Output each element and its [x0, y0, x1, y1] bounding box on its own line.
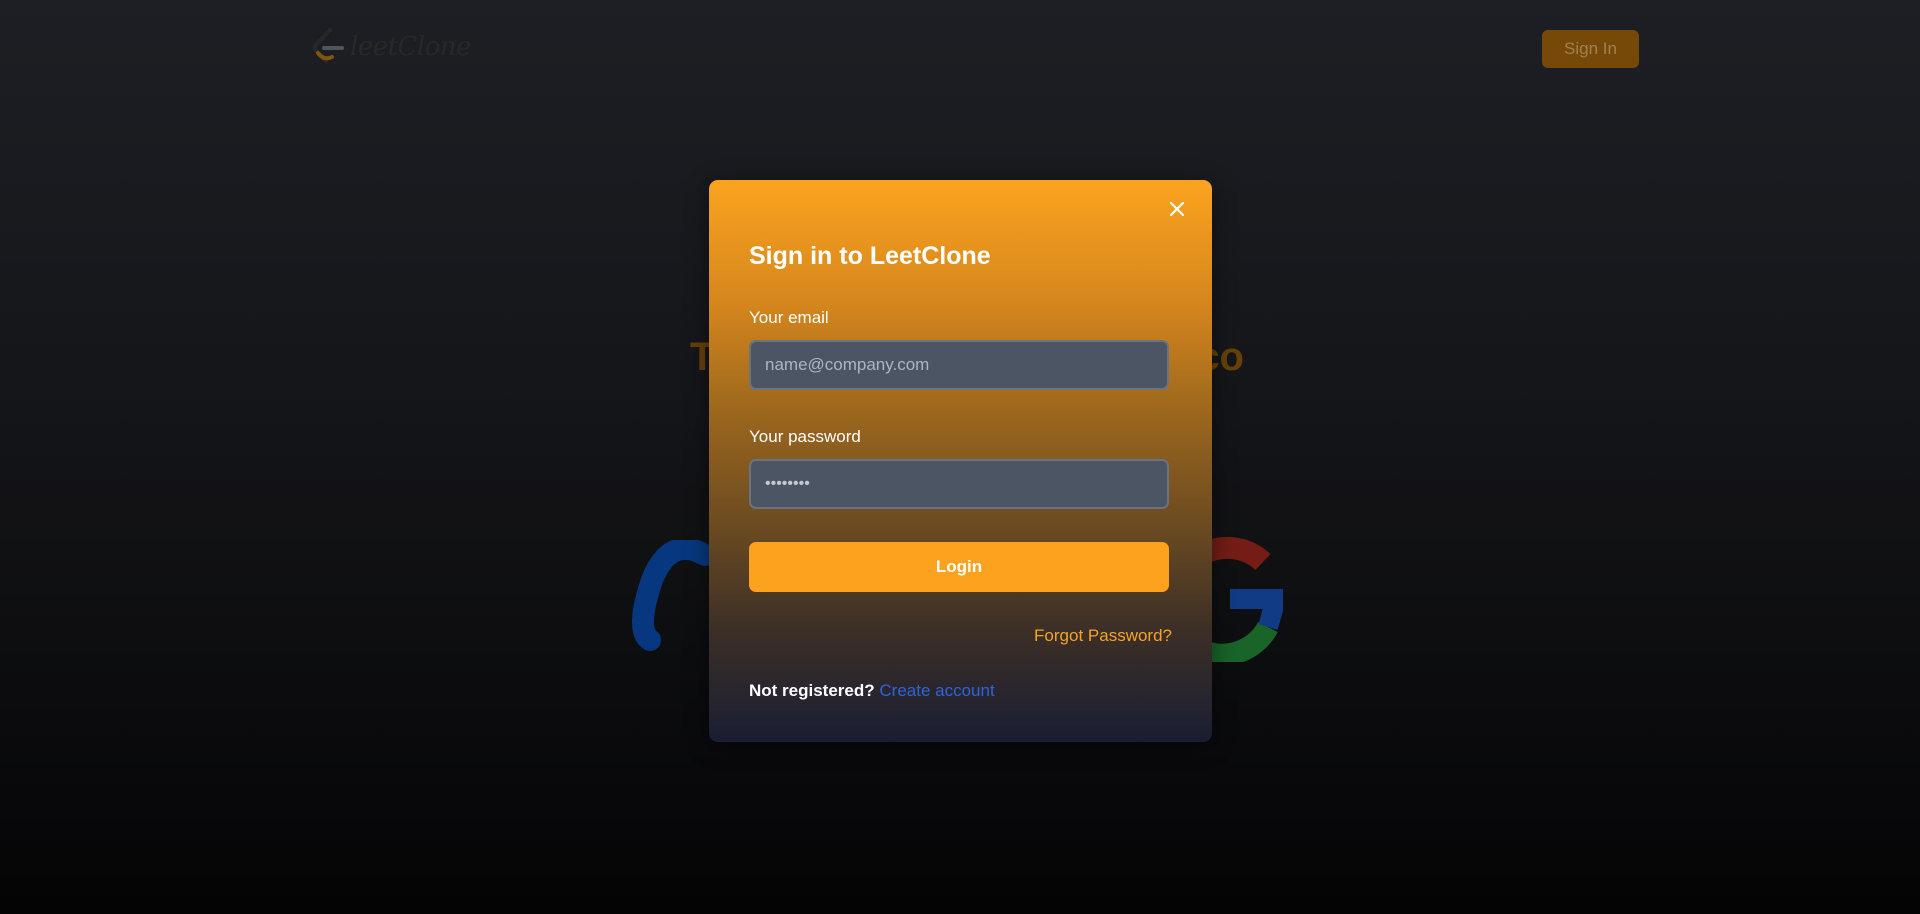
- not-registered-text: Not registered?: [749, 681, 875, 700]
- create-account-link[interactable]: Create account: [879, 681, 994, 700]
- email-field[interactable]: name@company.com: [749, 340, 1169, 390]
- email-placeholder: name@company.com: [765, 355, 930, 374]
- password-field[interactable]: ••••••••: [749, 459, 1169, 509]
- password-label: Your password: [749, 427, 861, 446]
- email-label: Your email: [749, 308, 829, 327]
- close-icon: [1169, 201, 1185, 222]
- register-row: Not registered? Create account: [749, 681, 995, 701]
- forgot-password-link[interactable]: Forgot Password?: [1034, 626, 1172, 646]
- close-button[interactable]: [1163, 197, 1191, 225]
- signin-modal: Sign in to LeetClone Your email name@com…: [709, 180, 1212, 742]
- login-button[interactable]: Login: [749, 542, 1169, 592]
- password-value: ••••••••: [765, 475, 810, 492]
- page: leetClone Sign In T co Sign in to LeetCl…: [0, 0, 1920, 914]
- modal-title: Sign in to LeetClone: [749, 242, 991, 270]
